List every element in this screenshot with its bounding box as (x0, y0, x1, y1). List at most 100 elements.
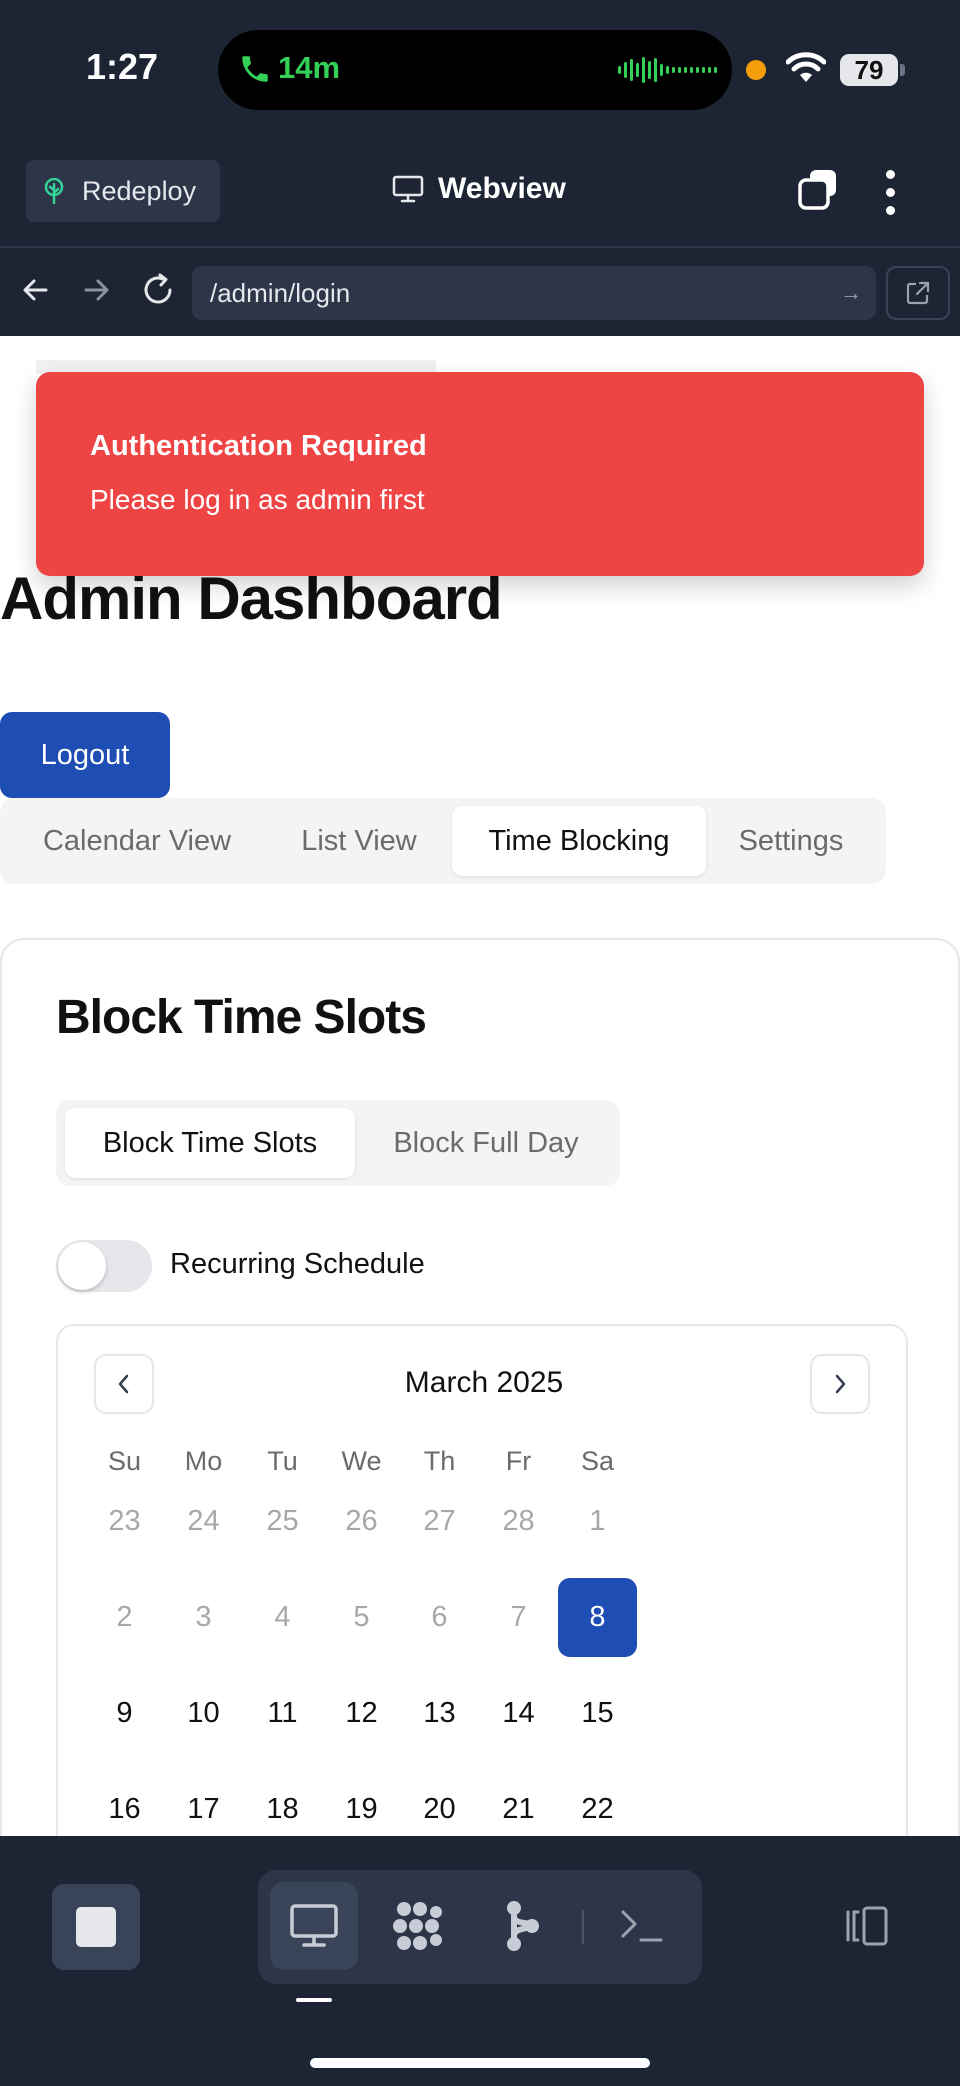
tab-block-full-day[interactable]: Block Full Day (359, 1108, 613, 1178)
toast-title: Authentication Required (90, 430, 427, 462)
url-input[interactable]: /admin/login → (192, 266, 876, 320)
calendar-day[interactable]: 6 (400, 1578, 479, 1657)
dynamic-island-call[interactable]: 14m (218, 30, 732, 110)
side-panel-icon[interactable] (838, 1904, 890, 1948)
url-text: /admin/login (210, 278, 351, 308)
calendar-day[interactable]: 26 (322, 1482, 401, 1561)
terminal-mode-button[interactable] (598, 1882, 686, 1970)
calendar-day[interactable]: 1 (558, 1482, 637, 1561)
reload-icon[interactable] (140, 270, 176, 310)
git-icon (507, 1901, 539, 1951)
active-mode-indicator (296, 1998, 332, 2002)
calendar-day[interactable]: 5 (322, 1578, 401, 1657)
go-arrow-icon[interactable]: → (840, 266, 862, 320)
tab-list-view[interactable]: List View (270, 806, 448, 876)
weekday-label: Sa (580, 1446, 615, 1476)
calendar-day[interactable]: 23 (85, 1482, 164, 1561)
calendar-day[interactable]: 13 (400, 1674, 479, 1753)
privacy-indicator (746, 60, 766, 80)
view-tabs: Calendar View List View Time Blocking Se… (0, 798, 886, 884)
calendar-day[interactable]: 21 (479, 1770, 558, 1836)
phone-icon (242, 56, 268, 82)
app-toolbar: Redeploy Webview (0, 148, 960, 248)
weekday-label: Mo (184, 1446, 223, 1476)
webview-mode-button[interactable] (270, 1882, 358, 1970)
card-title: Block Time Slots (56, 991, 427, 1044)
monitor-icon (290, 1904, 338, 1947)
terminal-icon (621, 1910, 663, 1942)
stop-button[interactable] (52, 1884, 140, 1970)
battery-indicator: 79 (840, 54, 898, 86)
calendar-day[interactable]: 15 (558, 1674, 637, 1753)
block-time-card: Block Time Slots Block Time Slots Block … (0, 938, 960, 1836)
hive-mode-button[interactable] (374, 1882, 462, 1970)
mode-switcher (258, 1870, 702, 1984)
audio-waveform-icon (618, 56, 717, 84)
calendar-day[interactable]: 19 (322, 1770, 401, 1836)
webview-content: Authentication Required Please log in as… (0, 336, 960, 1836)
call-duration: 14m (278, 50, 341, 85)
previous-month-button[interactable] (94, 1354, 154, 1414)
mode-separator (582, 1910, 584, 1944)
redeploy-label: Redeploy (82, 175, 197, 206)
calendar-day[interactable]: 9 (85, 1674, 164, 1753)
logout-button[interactable]: Logout (0, 712, 170, 798)
tab-time-blocking[interactable]: Time Blocking (452, 806, 706, 876)
open-external-button[interactable] (886, 266, 950, 320)
hive-icon (393, 1902, 442, 1950)
tab-block-time-slots[interactable]: Block Time Slots (65, 1108, 355, 1178)
url-bar: /admin/login → (0, 248, 960, 336)
calendar-day-selected[interactable]: 8 (558, 1578, 637, 1657)
calendar-day[interactable]: 24 (164, 1482, 243, 1561)
calendar-day[interactable]: 27 (400, 1482, 479, 1561)
next-month-button[interactable] (810, 1354, 870, 1414)
weekday-label: Tu (267, 1446, 298, 1476)
recurring-label: Recurring Schedule (170, 1248, 425, 1280)
webview-label: Webview (438, 172, 566, 205)
calendar-day[interactable]: 10 (164, 1674, 243, 1753)
external-link-icon (906, 281, 930, 305)
git-mode-button[interactable] (478, 1882, 566, 1970)
calendar-day[interactable]: 2 (85, 1578, 164, 1657)
calendar-day[interactable]: 12 (322, 1674, 401, 1753)
more-vertical-icon[interactable] (886, 170, 895, 215)
calendar-day[interactable]: 28 (479, 1482, 558, 1561)
status-bar: 1:27 14m 79 (0, 0, 960, 148)
tab-calendar-view[interactable]: Calendar View (16, 806, 258, 876)
calendar-day[interactable]: 16 (85, 1770, 164, 1836)
arrow-right-icon[interactable] (80, 270, 112, 310)
webview-title: Webview (392, 172, 566, 206)
redeploy-button[interactable]: Redeploy (26, 160, 220, 222)
calendar-day[interactable]: 22 (558, 1770, 637, 1836)
battery-tip (900, 64, 905, 76)
calendar-month-label: March 2025 (404, 1366, 564, 1399)
home-indicator (310, 2058, 650, 2068)
weekday-label: We (341, 1446, 382, 1476)
date-picker-calendar: March 2025 Su Mo Tu We Th Fr Sa 23 24 25 (56, 1324, 908, 1836)
weekday-label: Th (423, 1446, 456, 1476)
weekday-label: Fr (505, 1446, 532, 1476)
monitor-icon (392, 175, 424, 203)
tab-settings[interactable]: Settings (714, 806, 868, 876)
calendar-day[interactable]: 7 (479, 1578, 558, 1657)
calendar-day[interactable]: 25 (243, 1482, 322, 1561)
calendar-day[interactable]: 4 (243, 1578, 322, 1657)
toggle-knob (58, 1242, 106, 1290)
tabs-icon[interactable] (796, 168, 840, 212)
calendar-day[interactable]: 18 (243, 1770, 322, 1836)
calendar-day[interactable]: 3 (164, 1578, 243, 1657)
toast-description: Please log in as admin first (90, 484, 425, 515)
recurring-toggle[interactable] (56, 1240, 152, 1292)
stop-icon (76, 1907, 116, 1947)
arrow-left-icon[interactable] (20, 270, 52, 310)
calendar-day[interactable]: 14 (479, 1674, 558, 1753)
error-toast[interactable]: Authentication Required Please log in as… (36, 372, 924, 576)
chevron-left-icon (118, 1374, 129, 1394)
calendar-day[interactable]: 11 (243, 1674, 322, 1753)
calendar-day[interactable]: 20 (400, 1770, 479, 1836)
calendar-day[interactable]: 17 (164, 1770, 243, 1836)
block-mode-tabs: Block Time Slots Block Full Day (56, 1100, 620, 1186)
clock: 1:27 (86, 46, 159, 87)
tree-icon (44, 178, 64, 204)
bottom-bar (0, 1836, 960, 2086)
